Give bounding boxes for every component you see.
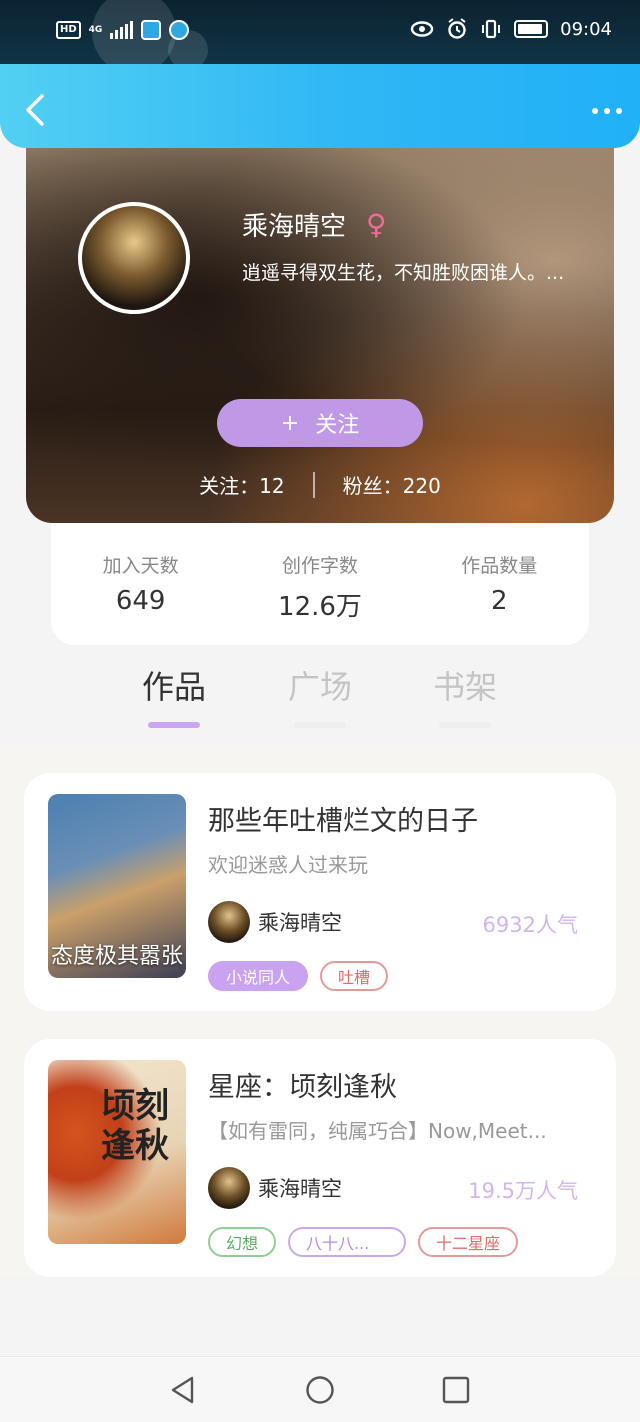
profile-card: 乘海晴空 ♀ 逍遥寻得双生花，不知胜败困谁人。... + 关注 关注：12 粉丝… bbox=[26, 148, 614, 523]
follow-counts: 关注：12 粉丝：220 bbox=[26, 470, 614, 499]
stat-label: 创作字数 bbox=[281, 555, 358, 577]
stat-join-days: 加入天数 649 bbox=[66, 551, 216, 645]
book-desc: 【如有雷同，纯属巧合】Now,Meet... bbox=[208, 1119, 547, 1143]
vibrate-icon bbox=[482, 19, 501, 39]
status-left: HD 4G bbox=[56, 20, 190, 40]
follow-button[interactable]: + 关注 bbox=[217, 399, 423, 447]
tab-bookshelf[interactable]: 书架 bbox=[415, 662, 515, 728]
profile-name-row: 乘海晴空 ♀ bbox=[242, 206, 387, 243]
status-bar: HD 4G 09:04 bbox=[0, 0, 640, 74]
author-name: 乘海晴空 bbox=[258, 1177, 342, 1201]
more-dots-icon[interactable] bbox=[592, 108, 622, 114]
signal-icon bbox=[110, 21, 134, 39]
author-avatar bbox=[208, 901, 250, 943]
avatar[interactable] bbox=[78, 202, 190, 314]
book-cover[interactable]: 态度极其嚣张 bbox=[48, 794, 186, 978]
status-right: 09:04 bbox=[410, 18, 612, 40]
browser-app-icon bbox=[169, 20, 190, 40]
system-nav-bar bbox=[0, 1356, 640, 1422]
square-recents-icon[interactable] bbox=[441, 1375, 471, 1405]
book-card[interactable]: 态度极其嚣张 那些年吐槽烂文的日子 欢迎迷惑人过来玩 乘海晴空 6932人气 小… bbox=[24, 773, 616, 1011]
book-desc: 欢迎迷惑人过来玩 bbox=[208, 853, 368, 877]
female-gender-icon: ♀ bbox=[366, 208, 387, 241]
chevron-left-icon[interactable] bbox=[22, 92, 48, 128]
tab-works[interactable]: 作品 bbox=[124, 662, 224, 728]
tag[interactable]: 吐槽 bbox=[320, 961, 389, 991]
cover-text: 态度极其嚣张 bbox=[50, 944, 183, 969]
cover-title: 顷刻逢秋 bbox=[101, 1086, 169, 1166]
tag-list: 小说同人 吐槽 bbox=[208, 961, 389, 991]
popularity: 19.5万人气 bbox=[468, 1179, 578, 1203]
tab-label: 作品 bbox=[141, 668, 206, 706]
stat-works-count: 作品数量 2 bbox=[424, 551, 574, 645]
tag[interactable]: 十二星座 bbox=[418, 1227, 519, 1257]
tab-bar: 作品 广场 书架 bbox=[0, 662, 640, 746]
tag-list: 幻想 八十八... 十二星座 bbox=[208, 1227, 519, 1257]
popularity: 6932人气 bbox=[482, 913, 578, 937]
tag[interactable]: 八十八... bbox=[288, 1227, 407, 1257]
tab-indicator bbox=[294, 722, 346, 728]
tab-square[interactable]: 广场 bbox=[270, 662, 370, 728]
tag[interactable]: 小说同人 bbox=[208, 961, 309, 991]
battery-icon bbox=[514, 20, 549, 38]
network-label: 4G bbox=[88, 24, 103, 35]
tab-indicator bbox=[148, 722, 200, 728]
fans-count[interactable]: 粉丝：220 bbox=[343, 470, 441, 499]
following-count[interactable]: 关注：12 bbox=[199, 470, 284, 499]
stat-value: 649 bbox=[115, 586, 166, 616]
tab-label: 广场 bbox=[287, 668, 352, 706]
top-header bbox=[0, 64, 640, 148]
stat-label: 加入天数 bbox=[102, 555, 179, 577]
book-cover[interactable]: 顷刻逢秋 bbox=[48, 1060, 186, 1244]
stat-value: 2 bbox=[491, 586, 508, 616]
divider bbox=[312, 471, 315, 498]
tag[interactable]: 幻想 bbox=[208, 1227, 277, 1257]
profile-bio: 逍遥寻得双生花，不知胜败困谁人。... bbox=[242, 262, 565, 284]
book-author: 乘海晴空 bbox=[208, 1167, 342, 1209]
stat-word-count: 创作字数 12.6万 bbox=[245, 551, 395, 645]
clock-time: 09:04 bbox=[560, 18, 612, 40]
triangle-back-icon[interactable] bbox=[168, 1375, 198, 1405]
author-name: 乘海晴空 bbox=[258, 911, 342, 935]
stat-label: 作品数量 bbox=[461, 555, 538, 577]
alarm-icon bbox=[448, 18, 466, 39]
profile-name: 乘海晴空 bbox=[242, 212, 347, 242]
plus-icon: + bbox=[280, 410, 300, 436]
tab-label: 书架 bbox=[432, 668, 497, 706]
book-author: 乘海晴空 bbox=[208, 901, 342, 943]
book-app-icon bbox=[141, 20, 162, 40]
follow-label: 关注 bbox=[315, 413, 360, 438]
book-title[interactable]: 星座：顷刻逢秋 bbox=[208, 1065, 397, 1104]
circle-home-icon[interactable] bbox=[305, 1375, 335, 1405]
book-title[interactable]: 那些年吐槽烂文的日子 bbox=[208, 799, 478, 838]
eye-icon bbox=[410, 21, 434, 37]
hd-icon: HD bbox=[56, 21, 81, 39]
author-avatar bbox=[208, 1167, 250, 1209]
tab-indicator bbox=[439, 722, 491, 728]
stats-panel: 加入天数 649 创作字数 12.6万 作品数量 2 bbox=[51, 523, 589, 645]
book-card[interactable]: 顷刻逢秋 星座：顷刻逢秋 【如有雷同，纯属巧合】Now,Meet... 乘海晴空… bbox=[24, 1039, 616, 1277]
stat-value: 12.6万 bbox=[278, 592, 362, 622]
